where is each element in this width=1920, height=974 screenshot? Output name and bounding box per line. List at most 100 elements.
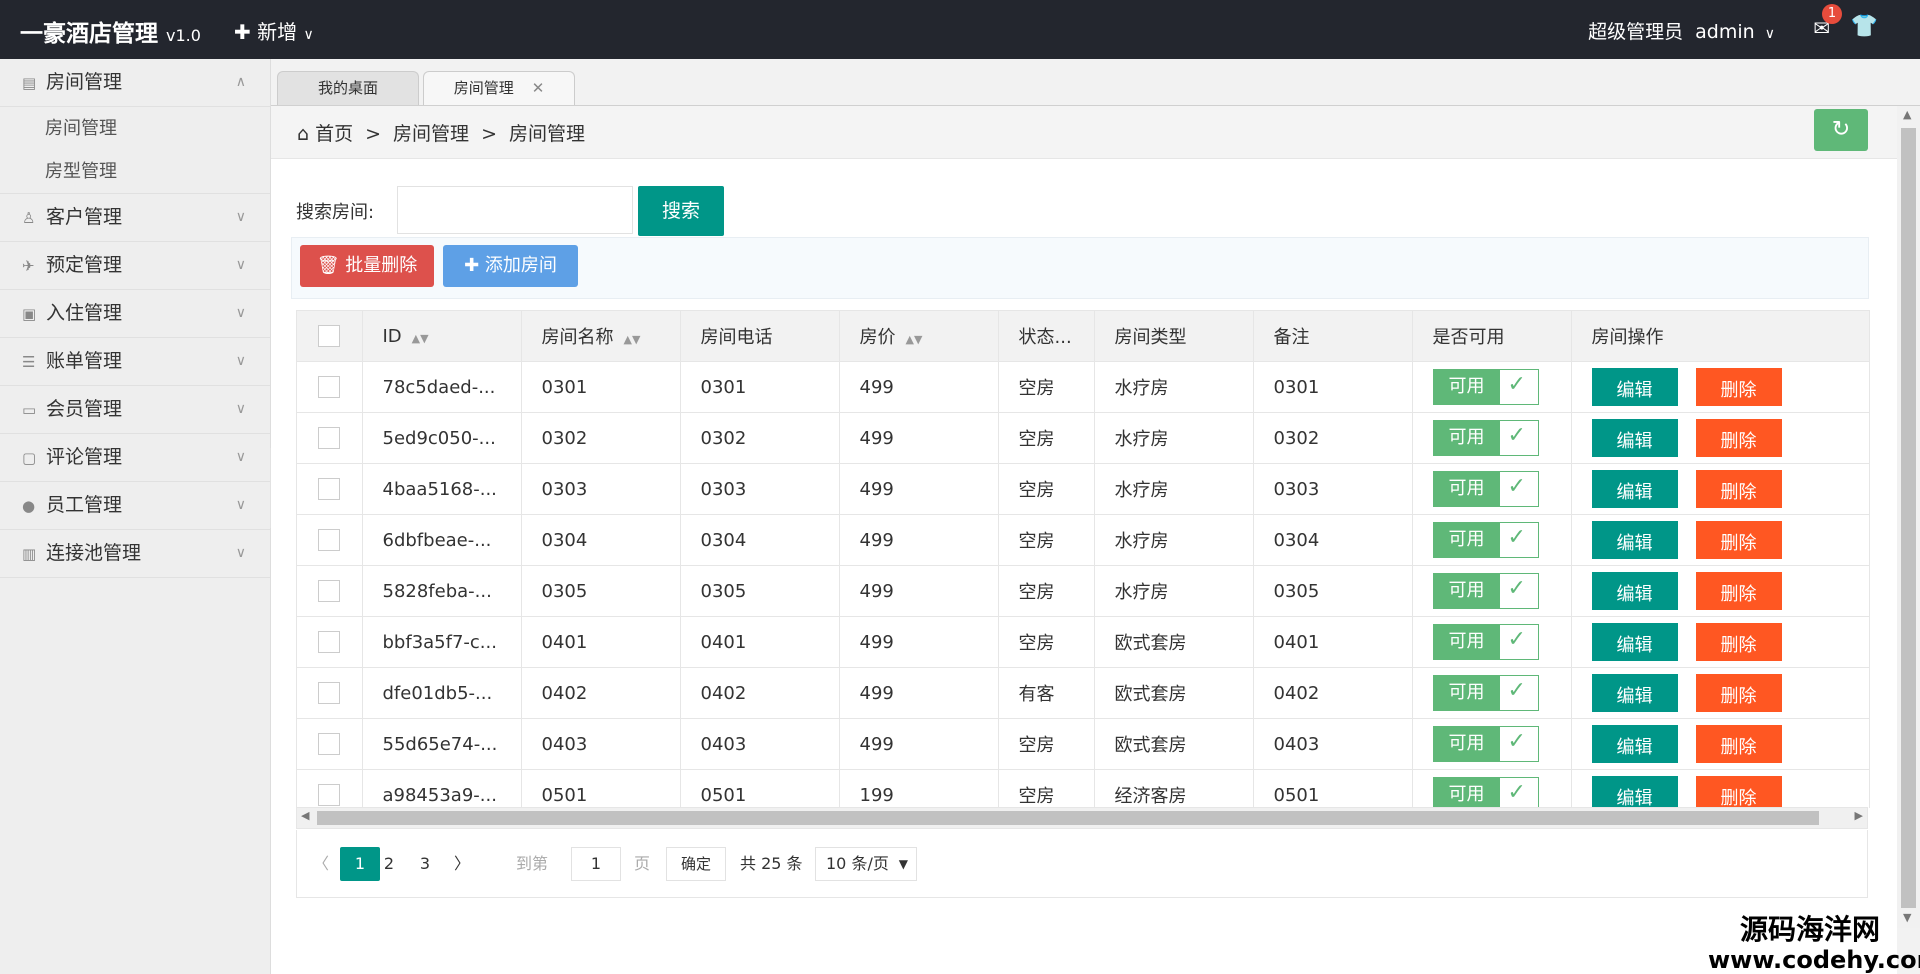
cell-available: 可用 ✓ bbox=[1412, 616, 1572, 668]
cell-type: 经济客房 bbox=[1094, 769, 1254, 808]
col-name[interactable]: 房间名称 ▲▼ bbox=[521, 311, 681, 362]
theme-button[interactable]: 👕 bbox=[1851, 14, 1878, 39]
sidebar-item-booking[interactable]: ✈ 预定管理 ∨ bbox=[0, 242, 270, 290]
delete-button[interactable]: 删除 bbox=[1695, 368, 1782, 406]
delete-button[interactable]: 删除 bbox=[1695, 419, 1782, 457]
sidebar-subitem-room[interactable]: 房间管理 bbox=[0, 107, 270, 150]
row-checkbox[interactable] bbox=[318, 682, 341, 704]
available-switch[interactable]: 可用 ✓ bbox=[1432, 777, 1539, 808]
row-checkbox[interactable] bbox=[318, 376, 341, 398]
scroll-up-icon[interactable]: ▲ bbox=[1903, 108, 1911, 121]
sidebar-item-comment[interactable]: ▢ 评论管理 ∨ bbox=[0, 434, 270, 482]
edit-button[interactable]: 编辑 bbox=[1591, 776, 1678, 808]
scroll-thumb[interactable] bbox=[1901, 128, 1916, 908]
prev-page-button[interactable]: 〈 bbox=[311, 847, 331, 881]
available-switch[interactable]: 可用 ✓ bbox=[1432, 573, 1539, 609]
edit-button[interactable]: 编辑 bbox=[1591, 674, 1678, 712]
available-switch[interactable]: 可用 ✓ bbox=[1432, 726, 1539, 762]
edit-button[interactable]: 编辑 bbox=[1591, 623, 1678, 661]
check-icon: ✓ bbox=[1507, 525, 1526, 550]
available-switch[interactable]: 可用 ✓ bbox=[1432, 420, 1539, 456]
available-switch[interactable]: 可用 ✓ bbox=[1432, 369, 1539, 405]
sidebar-item-customer[interactable]: ♙ 客户管理 ∨ bbox=[0, 194, 270, 242]
row-checkbox[interactable] bbox=[318, 631, 341, 653]
breadcrumb-home[interactable]: 首页 bbox=[315, 123, 353, 145]
search-button[interactable]: 搜索 bbox=[638, 186, 724, 236]
available-switch[interactable]: 可用 ✓ bbox=[1432, 471, 1539, 507]
sidebar-item-checkin[interactable]: ▣ 入住管理 ∨ bbox=[0, 290, 270, 338]
delete-button[interactable]: 删除 bbox=[1695, 776, 1782, 808]
row-checkbox[interactable] bbox=[318, 478, 341, 500]
sidebar-subitem-roomtype[interactable]: 房型管理 bbox=[0, 150, 270, 194]
page-2-button[interactable]: 2 bbox=[379, 847, 399, 881]
page-3-button[interactable]: 3 bbox=[415, 847, 435, 881]
sort-icon[interactable]: ▲▼ bbox=[412, 332, 429, 345]
row-checkbox[interactable] bbox=[318, 580, 341, 602]
select-all-checkbox[interactable] bbox=[318, 325, 341, 347]
row-checkbox[interactable] bbox=[318, 529, 341, 551]
next-page-button[interactable]: 〉 bbox=[452, 847, 472, 881]
available-label: 可用 bbox=[1433, 370, 1500, 404]
tab-desktop[interactable]: 我的桌面 bbox=[277, 71, 419, 105]
edit-button[interactable]: 编辑 bbox=[1591, 419, 1678, 457]
cell-status: 空房 bbox=[998, 463, 1095, 515]
close-icon[interactable]: ✕ bbox=[532, 79, 545, 97]
sort-icon[interactable]: ▲▼ bbox=[906, 333, 923, 346]
batch-delete-label: 批量删除 bbox=[345, 255, 418, 276]
add-room-button[interactable]: ✚ 添加房间 bbox=[443, 245, 578, 287]
goto-confirm-button[interactable]: 确定 bbox=[666, 847, 726, 881]
edit-button[interactable]: 编辑 bbox=[1591, 521, 1678, 559]
delete-button[interactable]: 删除 bbox=[1695, 470, 1782, 508]
check-icon: ✓ bbox=[1507, 627, 1526, 652]
app-logo[interactable]: 一豪酒店管理 v1.0 bbox=[20, 14, 201, 48]
page-size-select[interactable]: 10 条/页 ▼ bbox=[815, 847, 917, 881]
sidebar-item-label: 评论管理 bbox=[46, 446, 123, 468]
row-checkbox[interactable] bbox=[318, 733, 341, 755]
delete-button[interactable]: 删除 bbox=[1695, 572, 1782, 610]
cell-actions: 编辑 删除 bbox=[1571, 514, 1869, 566]
edit-button[interactable]: 编辑 bbox=[1591, 470, 1678, 508]
search-input[interactable] bbox=[397, 186, 633, 234]
available-switch[interactable]: 可用 ✓ bbox=[1432, 624, 1539, 660]
add-room-label: 添加房间 bbox=[484, 255, 557, 276]
edit-button[interactable]: 编辑 bbox=[1591, 725, 1678, 763]
sidebar-item-member[interactable]: ▭ 会员管理 ∨ bbox=[0, 386, 270, 434]
breadcrumb-item[interactable]: 房间管理 bbox=[393, 123, 469, 145]
delete-button[interactable]: 删除 bbox=[1695, 725, 1782, 763]
cell-type: 水疗房 bbox=[1094, 463, 1254, 515]
available-switch[interactable]: 可用 ✓ bbox=[1432, 675, 1539, 711]
mail-button[interactable]: ✉ 1 bbox=[1813, 4, 1842, 40]
batch-delete-button[interactable]: 🗑 批量删除 bbox=[300, 245, 434, 287]
edit-button[interactable]: 编辑 bbox=[1591, 572, 1678, 610]
col-phone: 房间电话 bbox=[680, 311, 840, 362]
row-checkbox[interactable] bbox=[318, 784, 341, 806]
sidebar-item-bill[interactable]: ☰ 账单管理 ∨ bbox=[0, 338, 270, 386]
scroll-thumb[interactable] bbox=[317, 811, 1819, 825]
table-row: dfe01db5-... 0402 0402 499 有客 欧式套房 0402 可用 ✓ 编辑 删除 bbox=[297, 667, 1869, 719]
delete-button[interactable]: 删除 bbox=[1695, 521, 1782, 559]
user-menu[interactable]: 超级管理员 admin ∨ bbox=[1588, 17, 1775, 44]
scroll-right-icon[interactable]: ▶ bbox=[1855, 809, 1863, 822]
row-select-cell bbox=[297, 361, 363, 413]
refresh-button[interactable]: ↻ bbox=[1814, 109, 1868, 151]
delete-button[interactable]: 删除 bbox=[1695, 623, 1782, 661]
goto-page-input[interactable]: 1 bbox=[571, 847, 621, 881]
available-switch[interactable]: 可用 ✓ bbox=[1432, 522, 1539, 558]
delete-button[interactable]: 删除 bbox=[1695, 674, 1782, 712]
scroll-left-icon[interactable]: ◀ bbox=[301, 809, 309, 822]
sidebar: ▤ 房间管理 ∧ 房间管理 房型管理 ♙ 客户管理 ∨ ✈ 预定管理 ∨ ▣ 入住管理 … bbox=[0, 59, 271, 974]
vertical-scrollbar[interactable]: ▲ ▼ bbox=[1897, 106, 1920, 928]
edit-button[interactable]: 编辑 bbox=[1591, 368, 1678, 406]
tab-room-management[interactable]: 房间管理 ✕ bbox=[423, 71, 575, 105]
add-new-menu[interactable]: ✚ 新增 ∨ bbox=[234, 16, 314, 45]
col-price[interactable]: 房价 ▲▼ bbox=[839, 311, 999, 362]
sidebar-item-room[interactable]: ▤ 房间管理 ∧ bbox=[0, 59, 270, 107]
row-checkbox[interactable] bbox=[318, 427, 341, 449]
sidebar-item-pool[interactable]: ▥ 连接池管理 ∨ bbox=[0, 530, 270, 578]
col-id[interactable]: ID ▲▼ bbox=[362, 311, 522, 362]
sort-icon[interactable]: ▲▼ bbox=[624, 333, 641, 346]
sidebar-item-staff[interactable]: ● 员工管理 ∨ bbox=[0, 482, 270, 530]
page-1-button[interactable]: 1 bbox=[340, 847, 380, 881]
row-select-cell bbox=[297, 718, 363, 770]
horizontal-scrollbar[interactable]: ◀ ▶ bbox=[296, 807, 1868, 829]
